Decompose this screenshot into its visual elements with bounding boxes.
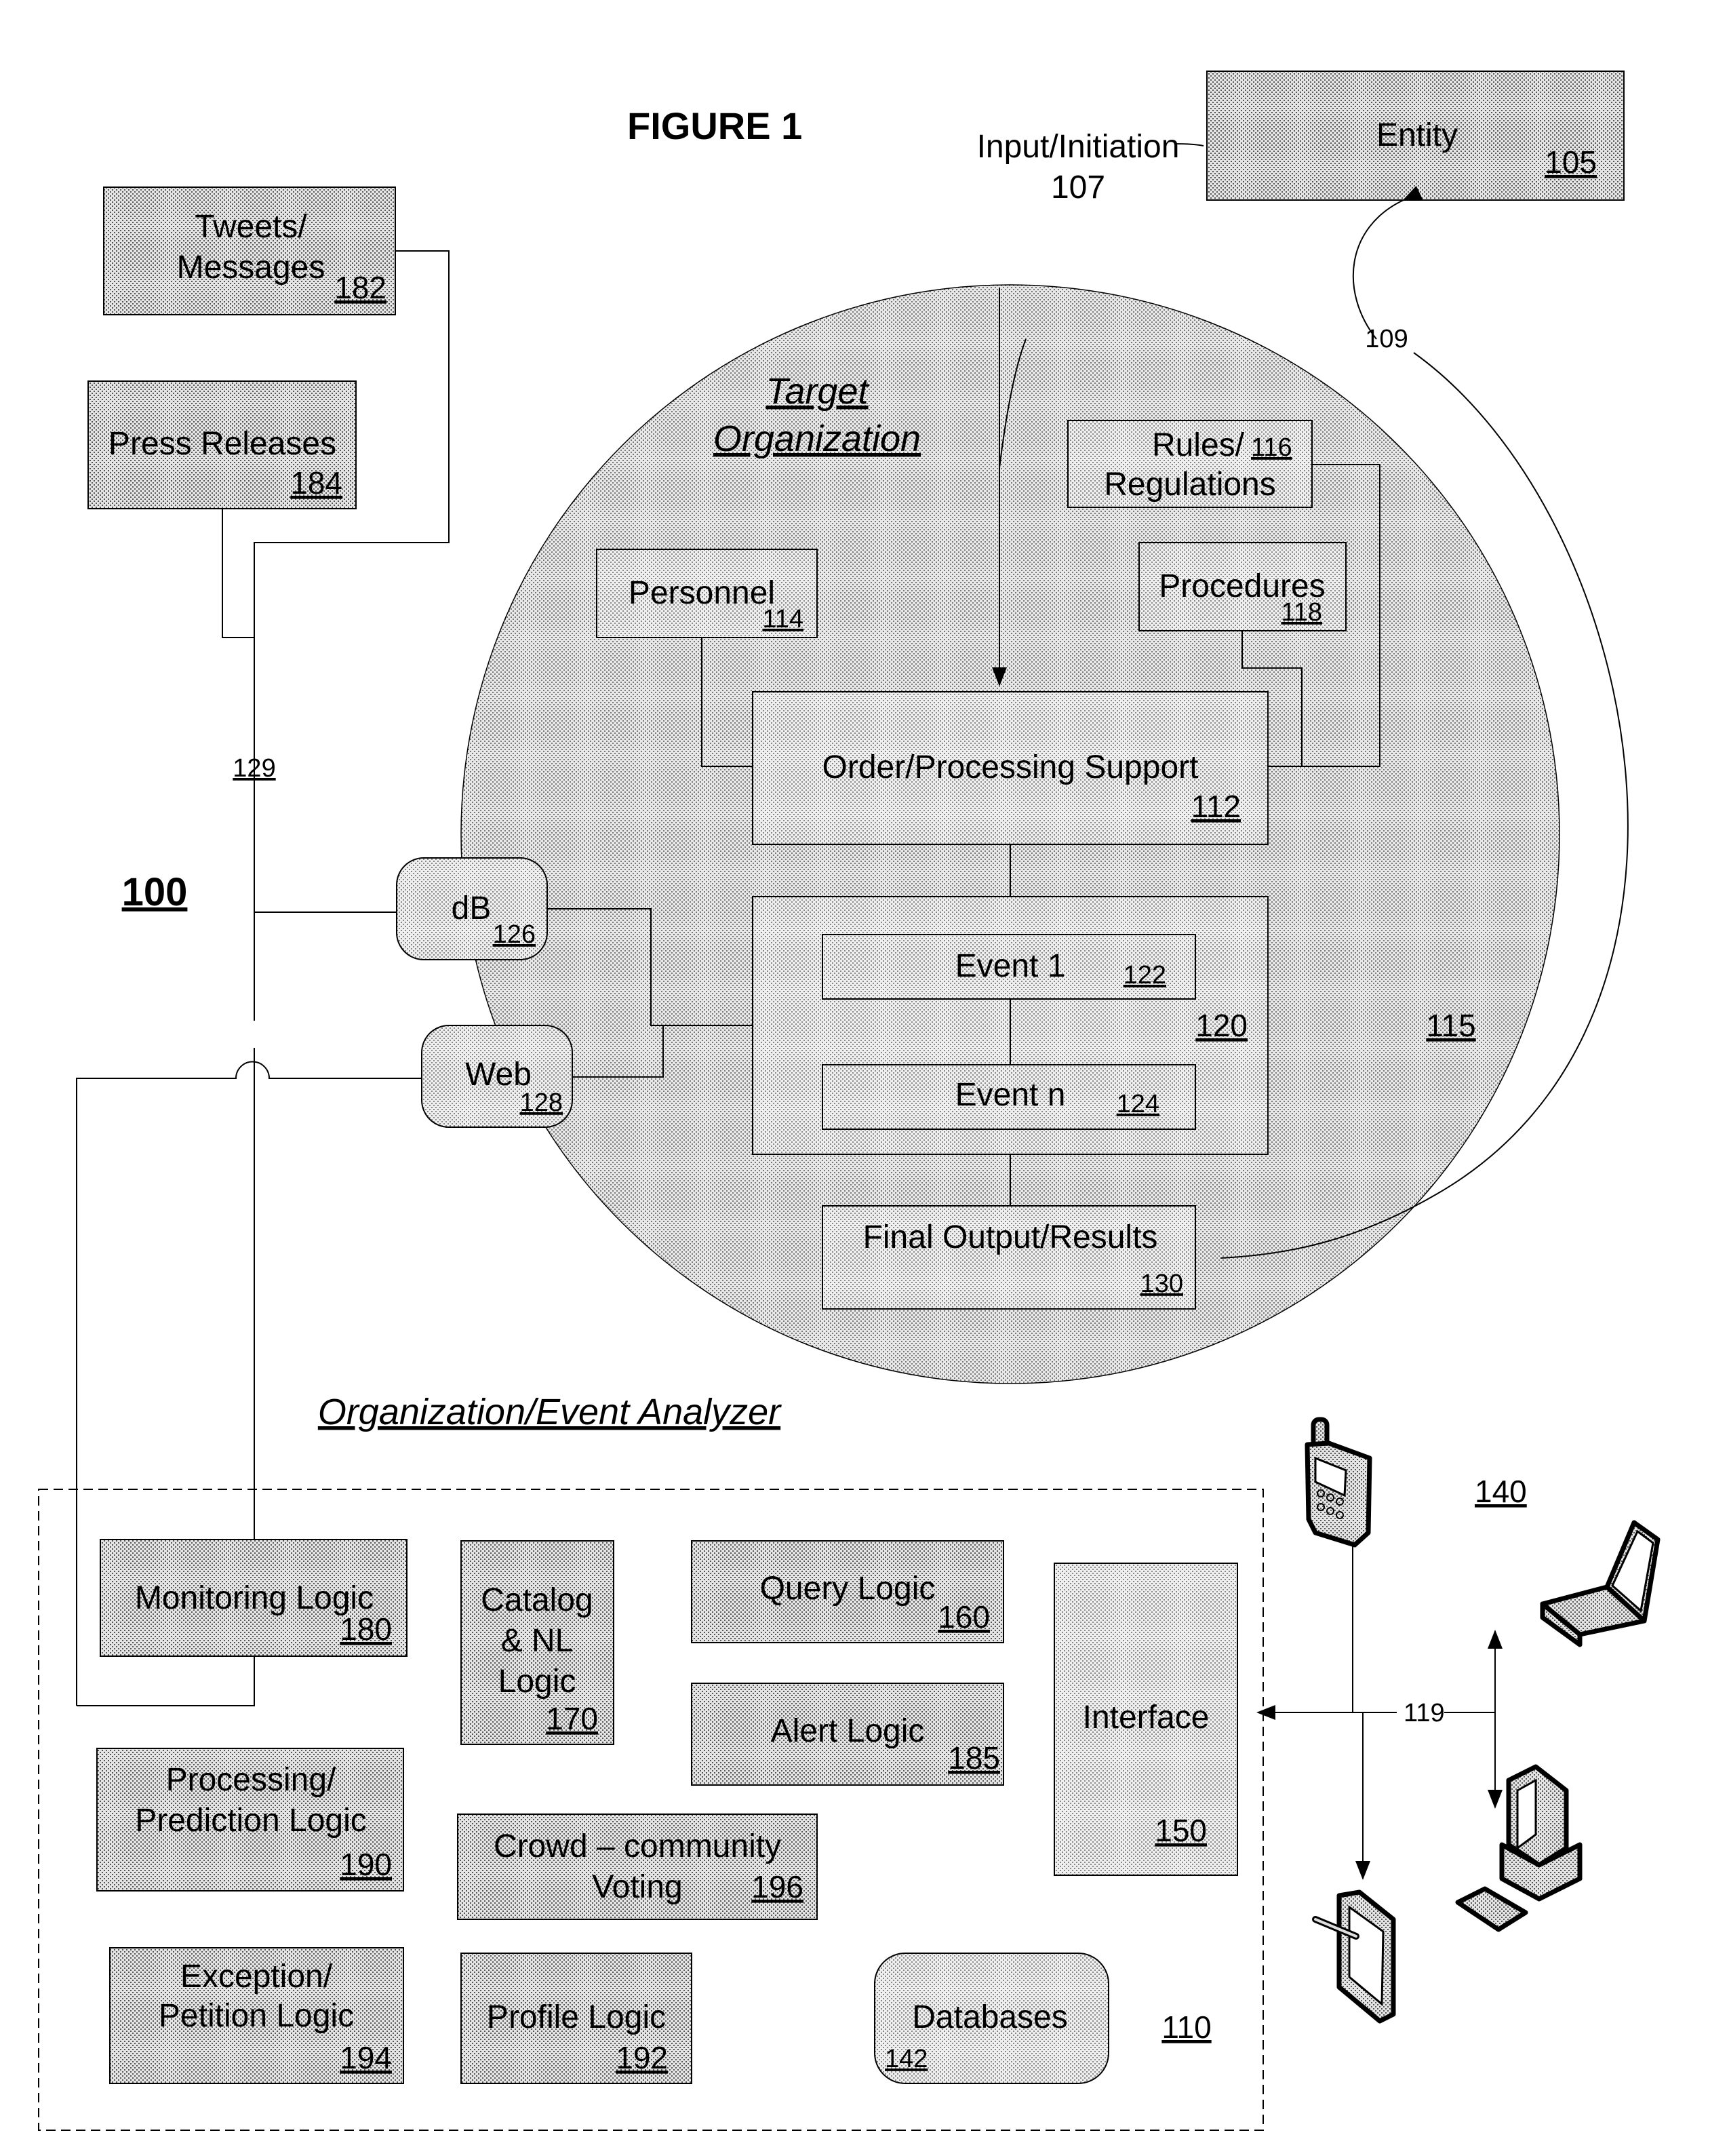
event-n-ref: 124 xyxy=(1117,1090,1159,1118)
profile-ref: 192 xyxy=(616,2040,668,2075)
devices-ref: 140 xyxy=(1475,1474,1527,1509)
web-box[interactable]: Web 128 xyxy=(421,1025,573,1128)
catalog-label-line1: Catalog xyxy=(481,1582,593,1618)
alert-ref: 185 xyxy=(948,1740,1000,1776)
databases-label: Databases xyxy=(912,1999,1067,2035)
alert-label: Alert Logic xyxy=(771,1713,925,1749)
db-box[interactable]: dB 126 xyxy=(396,857,548,960)
exception-petition-logic-box[interactable]: Exception/ Petition Logic 194 xyxy=(109,1947,404,2084)
figure-diagram: FIGURE 1 Target Organization 115 Entity … xyxy=(38,71,1661,2131)
feed-line-ref: 129 xyxy=(233,754,275,783)
web-label: Web xyxy=(465,1057,532,1093)
tweets-connector xyxy=(254,250,450,814)
press-connector xyxy=(222,509,254,638)
processing-ref: 190 xyxy=(340,1847,392,1882)
catalog-nl-logic-box[interactable]: Catalog & NL Logic 170 xyxy=(460,1540,614,1745)
order-label: Order/Processing Support xyxy=(822,749,1199,785)
rules-regulations-box[interactable]: Rules/ 116 Regulations xyxy=(1067,420,1313,508)
crowd-community-voting-box[interactable]: Crowd – community Voting 196 xyxy=(457,1814,818,1920)
mobile-phone-icon[interactable] xyxy=(1305,1417,1372,1548)
profile-label: Profile Logic xyxy=(487,1999,666,2035)
procedures-ref: 118 xyxy=(1281,598,1322,627)
rules-label-line1: Rules/ xyxy=(1152,427,1245,463)
event-1-label: Event 1 xyxy=(955,948,1066,984)
tablet-icon[interactable] xyxy=(1312,1889,1396,2024)
catalog-label-line2: & NL xyxy=(501,1623,574,1659)
crowd-label-line2: Voting xyxy=(592,1869,682,1905)
target-org-ref: 115 xyxy=(1426,1008,1475,1043)
feedback-ref: 109 xyxy=(1365,325,1408,353)
tweets-label-line1: Tweets/ xyxy=(195,209,307,245)
order-ref: 112 xyxy=(1191,789,1241,824)
monitoring-logic-box[interactable]: Monitoring Logic 180 xyxy=(100,1539,408,1657)
exception-label-line1: Exception/ xyxy=(180,1959,333,1995)
rules-label-line2: Regulations xyxy=(1104,467,1276,503)
system-ref: 100 xyxy=(122,870,188,914)
databases-box[interactable]: Databases 142 xyxy=(874,1953,1109,2084)
processing-label-line1: Processing/ xyxy=(166,1762,336,1798)
tweets-ref: 182 xyxy=(334,270,386,305)
db-label: dB xyxy=(452,890,492,926)
event-1-box[interactable]: Event 1 122 xyxy=(822,934,1196,1000)
monitoring-ref: 180 xyxy=(340,1611,392,1647)
final-output-label: Final Output/Results xyxy=(863,1219,1158,1255)
personnel-ref: 114 xyxy=(762,605,803,633)
db-ref: 126 xyxy=(493,920,536,949)
tweets-messages-box[interactable]: Tweets/ Messages 182 xyxy=(103,187,396,315)
press-releases-box[interactable]: Press Releases 184 xyxy=(87,380,357,509)
catalog-ref: 170 xyxy=(546,1701,598,1736)
event-1-ref: 122 xyxy=(1124,961,1166,989)
input-initiation-label: Input/Initiation xyxy=(977,129,1180,165)
link-ref: 119 xyxy=(1404,1699,1445,1727)
order-processing-support-box[interactable]: Order/Processing Support 112 xyxy=(752,691,1269,845)
figure-title: FIGURE 1 xyxy=(627,104,802,147)
crowd-label-line1: Crowd – community xyxy=(494,1828,781,1864)
alert-logic-box[interactable]: Alert Logic 185 xyxy=(691,1683,1004,1786)
personnel-label: Personnel xyxy=(629,575,775,611)
interface-ref: 150 xyxy=(1155,1813,1207,1848)
monitoring-label: Monitoring Logic xyxy=(135,1580,374,1616)
press-releases-ref: 184 xyxy=(290,465,342,501)
tweets-label-line2: Messages xyxy=(177,250,325,286)
query-logic-box[interactable]: Query Logic 160 xyxy=(691,1540,1004,1643)
interface-box[interactable]: Interface 150 xyxy=(1054,1563,1238,1876)
analyzer-ref: 110 xyxy=(1161,2010,1211,2045)
target-org-heading-line2: Organization xyxy=(713,418,921,459)
event-n-label: Event n xyxy=(955,1077,1066,1113)
feedback-arrow-top xyxy=(1352,185,1423,340)
exception-label-line2: Petition Logic xyxy=(159,1998,354,2034)
databases-ref: 142 xyxy=(885,2045,928,2073)
query-label: Query Logic xyxy=(760,1571,936,1607)
events-ref: 120 xyxy=(1195,1008,1248,1043)
rules-ref: 116 xyxy=(1251,433,1292,462)
press-releases-label: Press Releases xyxy=(108,426,336,462)
processing-prediction-logic-box[interactable]: Processing/ Prediction Logic 190 xyxy=(96,1748,404,1892)
laptop-icon[interactable] xyxy=(1540,1520,1661,1647)
query-ref: 160 xyxy=(938,1599,990,1634)
final-output-box[interactable]: Final Output/Results 130 xyxy=(822,1205,1196,1310)
target-org-heading-line1: Target xyxy=(766,371,869,412)
processing-label-line2: Prediction Logic xyxy=(135,1803,367,1839)
personnel-box[interactable]: Personnel 114 xyxy=(596,549,818,638)
catalog-label-line3: Logic xyxy=(498,1664,576,1700)
input-initiation-ref: 107 xyxy=(1051,170,1105,205)
entity-box[interactable]: Entity 105 xyxy=(1206,71,1625,201)
procedures-box[interactable]: Procedures 118 xyxy=(1138,542,1347,631)
entity-label: Entity xyxy=(1376,117,1458,153)
analyzer-heading: Organization/Event Analyzer xyxy=(318,1392,782,1432)
entity-ref: 105 xyxy=(1545,144,1597,180)
exception-ref: 194 xyxy=(340,2040,392,2075)
event-n-box[interactable]: Event n 124 xyxy=(822,1064,1196,1130)
interface-label: Interface xyxy=(1083,1700,1210,1736)
desktop-computer-icon[interactable] xyxy=(1455,1764,1583,1932)
profile-logic-box[interactable]: Profile Logic 192 xyxy=(460,1953,692,2084)
final-output-ref: 130 xyxy=(1140,1270,1183,1298)
crowd-ref: 196 xyxy=(751,1869,803,1904)
web-ref: 128 xyxy=(520,1089,563,1117)
